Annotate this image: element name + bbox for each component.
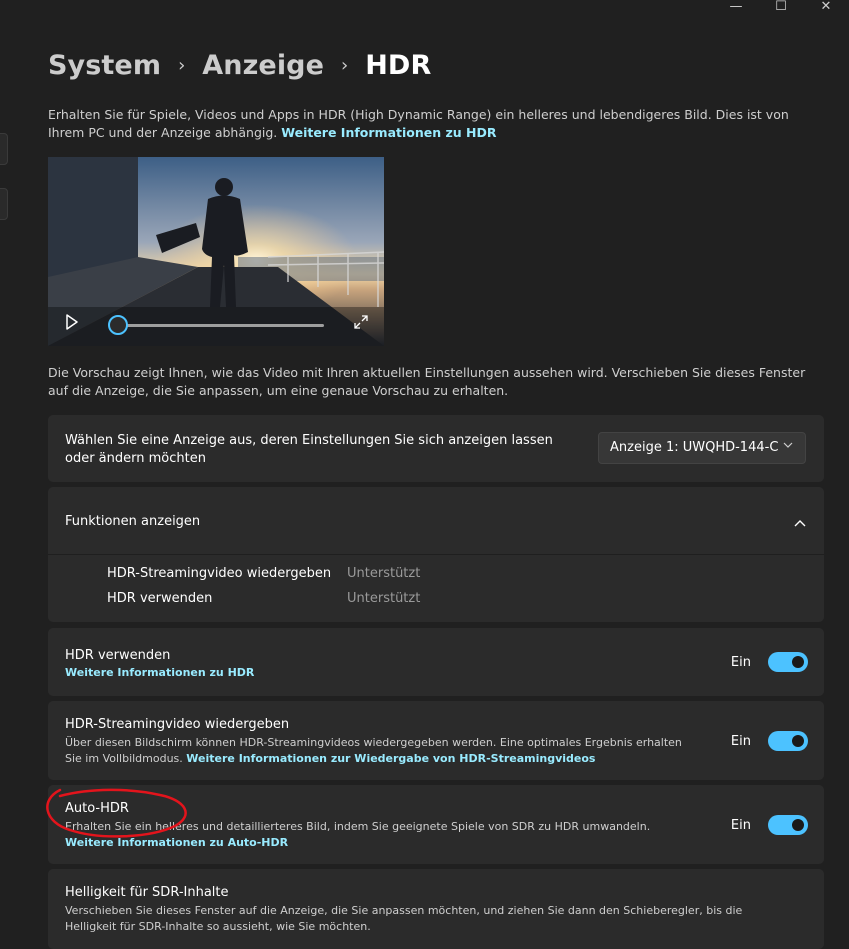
- streaming-more-info-link[interactable]: Weitere Informationen zur Wiedergabe von…: [186, 752, 595, 765]
- use-hdr-more-info-link[interactable]: Weitere Informationen zu HDR: [65, 666, 254, 679]
- auto-hdr-card: Auto-HDR Erhalten Sie ein helleres und d…: [48, 785, 824, 864]
- video-frame-image: [48, 157, 384, 346]
- intro-text: Erhalten Sie für Spiele, Videos und Apps…: [48, 106, 828, 142]
- features-title: Funktionen anzeigen: [65, 514, 201, 529]
- sidebar-edge: [0, 188, 8, 220]
- use-hdr-card: HDR verwenden Weitere Informationen zu H…: [48, 628, 824, 696]
- display-select-label: Wählen Sie eine Anzeige aus, deren Einst…: [65, 433, 553, 466]
- toggle-knob: [792, 656, 804, 668]
- toggle-knob: [792, 819, 804, 831]
- features-expander: Funktionen anzeigen HDR-Streamingvideo w…: [48, 487, 824, 622]
- expand-icon[interactable]: [353, 314, 369, 330]
- video-progress-slider[interactable]: [118, 324, 324, 327]
- sidebar-edge: [0, 133, 8, 165]
- features-header[interactable]: Funktionen anzeigen: [48, 487, 824, 555]
- close-button[interactable]: ✕: [803, 0, 849, 14]
- streaming-description: Über diesen Bildschirm können HDR-Stream…: [65, 735, 685, 767]
- minimize-button[interactable]: —: [713, 0, 759, 14]
- chevron-down-icon: [783, 440, 793, 453]
- auto-hdr-state: Ein: [730, 818, 751, 833]
- play-icon[interactable]: [65, 314, 79, 330]
- use-hdr-title: HDR verwenden: [65, 648, 171, 663]
- feature-status: Unterstützt: [347, 566, 421, 581]
- auto-hdr-title: Auto-HDR: [65, 801, 129, 816]
- streaming-card: HDR-Streamingvideo wiedergeben Über dies…: [48, 701, 824, 780]
- chevron-up-icon: [794, 515, 806, 527]
- chevron-right-icon: ›: [178, 55, 186, 76]
- feature-name: HDR-Streamingvideo wiedergeben: [107, 566, 332, 581]
- auto-hdr-description: Erhalten Sie ein helleres und detaillier…: [65, 820, 651, 833]
- streaming-title: HDR-Streamingvideo wiedergeben: [65, 717, 290, 732]
- hdr-preview-video: [48, 157, 384, 346]
- sdr-brightness-title: Helligkeit für SDR-Inhalte: [65, 885, 229, 900]
- use-hdr-toggle[interactable]: [768, 652, 808, 672]
- more-info-hdr-link[interactable]: Weitere Informationen zu HDR: [281, 125, 496, 140]
- display-dropdown[interactable]: Anzeige 1: UWQHD-144-C: [598, 432, 806, 464]
- toggle-knob: [792, 735, 804, 747]
- maximize-button[interactable]: ☐: [758, 0, 804, 14]
- feature-status: Unterstützt: [347, 591, 421, 606]
- auto-hdr-toggle[interactable]: [768, 815, 808, 835]
- video-progress-thumb[interactable]: [108, 315, 128, 335]
- auto-hdr-more-info-link[interactable]: Weitere Informationen zu Auto-HDR: [65, 836, 288, 849]
- streaming-toggle[interactable]: [768, 731, 808, 751]
- display-select-card: Wählen Sie eine Anzeige aus, deren Einst…: [48, 415, 824, 482]
- breadcrumb-system[interactable]: System: [48, 50, 161, 81]
- feature-name: HDR verwenden: [107, 591, 213, 606]
- chevron-right-icon: ›: [341, 55, 349, 76]
- display-dropdown-value: Anzeige 1: UWQHD-144-C: [610, 440, 779, 455]
- sdr-brightness-card: Helligkeit für SDR-Inhalte Verschieben S…: [48, 869, 824, 949]
- sdr-brightness-description: Verschieben Sie dieses Fenster auf die A…: [65, 904, 743, 933]
- use-hdr-state: Ein: [730, 655, 751, 670]
- page-title: HDR: [365, 50, 432, 81]
- preview-note: Die Vorschau zeigt Ihnen, wie das Video …: [48, 365, 806, 398]
- streaming-state: Ein: [730, 734, 751, 749]
- breadcrumb: System › Anzeige › HDR: [48, 50, 431, 81]
- breadcrumb-anzeige[interactable]: Anzeige: [202, 50, 324, 81]
